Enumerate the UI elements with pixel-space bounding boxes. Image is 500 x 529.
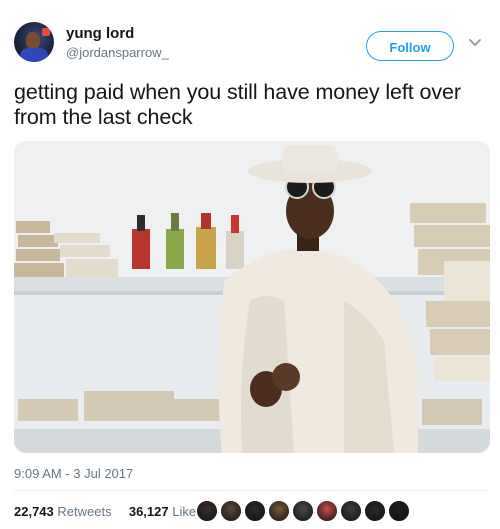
display-name[interactable]: yung lord [66, 25, 134, 42]
photo-illustration [14, 141, 490, 453]
tweet-text: getting paid when you still have money l… [14, 80, 461, 129]
avatar-shirt [20, 48, 48, 62]
chevron-down-icon[interactable] [468, 35, 482, 49]
divider [14, 490, 488, 491]
avatar-badge [42, 28, 50, 36]
liker-avatar[interactable] [292, 500, 314, 522]
tweet-stats: 22,743 Retweets 36,127 Likes [14, 504, 203, 519]
liker-avatar[interactable] [364, 500, 386, 522]
liker-avatar[interactable] [316, 500, 338, 522]
tweet-timestamp[interactable]: 9:09 AM - 3 Jul 2017 [14, 466, 133, 481]
avatar[interactable] [14, 22, 54, 62]
liker-avatar[interactable] [340, 500, 362, 522]
tweet-header: yung lord @jordansparrow_ Follow [14, 18, 488, 68]
tweet-media-photo[interactable] [14, 141, 490, 453]
liker-avatar[interactable] [196, 500, 218, 522]
likes-count[interactable]: 36,127 [129, 504, 169, 519]
user-handle[interactable]: @jordansparrow_ [66, 45, 169, 60]
liker-avatar[interactable] [244, 500, 266, 522]
liker-avatar[interactable] [268, 500, 290, 522]
liker-avatar[interactable] [220, 500, 242, 522]
retweets-label[interactable]: Retweets [57, 504, 111, 519]
liker-avatar[interactable] [388, 500, 410, 522]
retweets-count[interactable]: 22,743 [14, 504, 54, 519]
follow-button[interactable]: Follow [366, 31, 454, 61]
